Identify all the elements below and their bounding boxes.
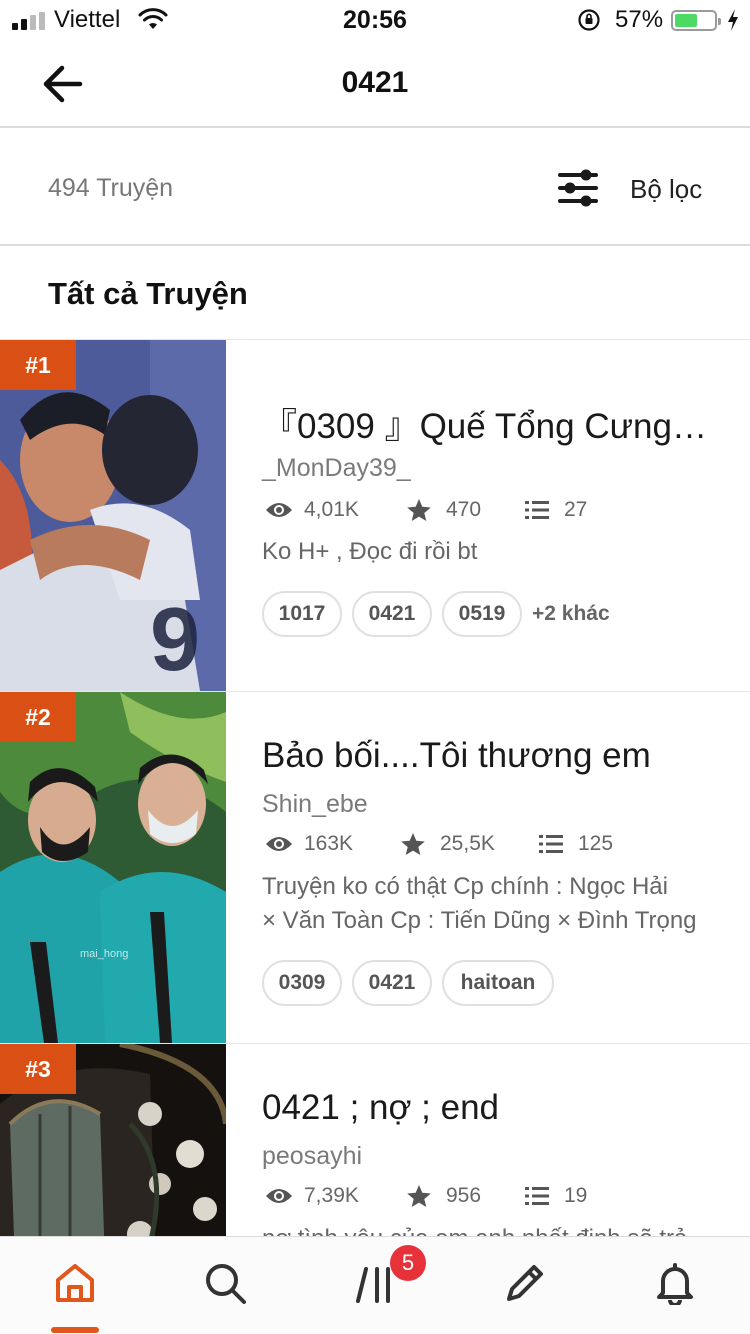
tag-chip[interactable]: 1017 [262,591,342,637]
list-icon [525,1187,549,1205]
charging-bolt-icon [728,9,738,31]
page-title: 0421 [341,66,409,99]
story-title[interactable]: Bảo bối....Tôi thương em [262,736,712,776]
sliders-icon [558,169,598,207]
story-cover-image[interactable]: 9 #1 [0,340,226,691]
story-author[interactable]: peosayhi [262,1142,362,1171]
write-icon [507,1265,543,1301]
tag-chip[interactable]: 0309 [262,960,342,1006]
tag-chip[interactable]: 0519 [442,591,522,637]
rank-badge: #3 [0,1044,76,1094]
list-header: 494 Truyện Bộ lọc [0,130,750,246]
more-tags-label[interactable]: +2 khác [532,591,610,637]
story-cover-image[interactable]: #3 [0,1044,226,1236]
description-line: Ko H+ , Đọc đi rồi bt [262,538,478,565]
story-count: 494 Truyện [48,174,174,202]
story-list: 9 #1 『0309 』Quế Tổng Cưng Chiều Vợ _MonD… [0,340,750,1236]
tag-list: 1017 0421 0519 +2 khác [262,591,732,637]
home-icon [56,1264,94,1302]
svg-text:9: 9 [150,590,200,690]
votes-count: 470 [446,498,482,521]
rank-badge: #1 [0,340,76,390]
story-item[interactable]: 9 #1 『0309 』Quế Tổng Cưng Chiều Vợ _MonD… [0,340,750,692]
tab-write[interactable] [475,1237,575,1334]
battery-level [675,14,697,27]
tab-search[interactable] [175,1237,275,1334]
story-stats: 163K 25,5K 125 [264,830,724,860]
story-stats: 7,39K 956 19 [264,1182,724,1212]
battery-percent: 57% [615,6,664,33]
story-author[interactable]: Shin_ebe [262,790,368,819]
eye-icon [266,837,292,851]
rank-badge: #2 [0,692,76,742]
tag-chip[interactable]: 0421 [352,960,432,1006]
description-line: nợ tình yêu của em anh nhất định sẽ trả [262,1222,712,1236]
reads-count: 7,39K [304,1184,359,1207]
star-icon [407,499,431,521]
star-icon [401,833,425,855]
navigation-bar: 0421 [0,40,750,128]
library-badge: 5 [390,1245,426,1281]
status-bar: Viettel 20:56 57% [0,0,750,40]
eye-icon [266,1189,292,1203]
filter-button[interactable]: Bộ lọc [556,164,716,214]
story-item[interactable]: mai_hong #2 Bảo bối....Tôi thương em Shi… [0,692,750,1044]
votes-count: 956 [446,1184,482,1207]
description-line: × Văn Toàn Cp : Tiến Dũng × Đình Trọng [262,907,697,934]
battery-icon [671,10,721,31]
story-title[interactable]: 『0309 』Quế Tổng Cưng Chiều Vợ [262,398,712,449]
filter-label: Bộ lọc [630,174,703,204]
story-description: Truyện ko có thật Cp chính : Ngọc Hải × … [262,870,712,938]
reads-count: 163K [304,832,354,855]
notifications-icon [657,1263,693,1305]
tab-notifications[interactable] [625,1237,725,1334]
tag-chip[interactable]: haitoan [442,960,554,1006]
votes-count: 25,5K [440,832,495,855]
star-icon [407,1185,431,1207]
story-author[interactable]: _MonDay39_ [262,454,411,483]
tab-home[interactable] [25,1237,125,1334]
parts-count: 27 [564,498,588,521]
reads-count: 4,01K [304,498,359,521]
section-title: Tất cả Truyện [48,276,248,311]
active-tab-indicator [51,1327,99,1333]
tab-bar: 5 [0,1236,750,1334]
story-item[interactable]: #3 0421 ; nợ ; end peosayhi 7,39K 956 19… [0,1044,750,1236]
list-icon [525,501,549,519]
parts-count: 125 [578,832,614,855]
svg-text:mai_hong: mai_hong [80,948,128,960]
tag-chip[interactable]: 0421 [352,591,432,637]
story-title[interactable]: 0421 ; nợ ; end [262,1088,712,1128]
story-description: nợ tình yêu của em anh nhất định sẽ trả [262,1222,712,1236]
story-description: Ko H+ , Đọc đi rồi bt [262,535,712,569]
parts-count: 19 [564,1184,588,1207]
rotation-lock-icon [578,9,600,31]
tag-list: 0309 0421 haitoan [262,960,732,1006]
eye-icon [266,503,292,517]
search-icon [206,1264,246,1304]
story-cover-image[interactable]: mai_hong #2 [0,692,226,1043]
description-line: Truyện ko có thật Cp chính : Ngọc Hải [262,873,668,900]
list-icon [539,835,563,853]
story-stats: 4,01K 470 27 [264,496,724,526]
